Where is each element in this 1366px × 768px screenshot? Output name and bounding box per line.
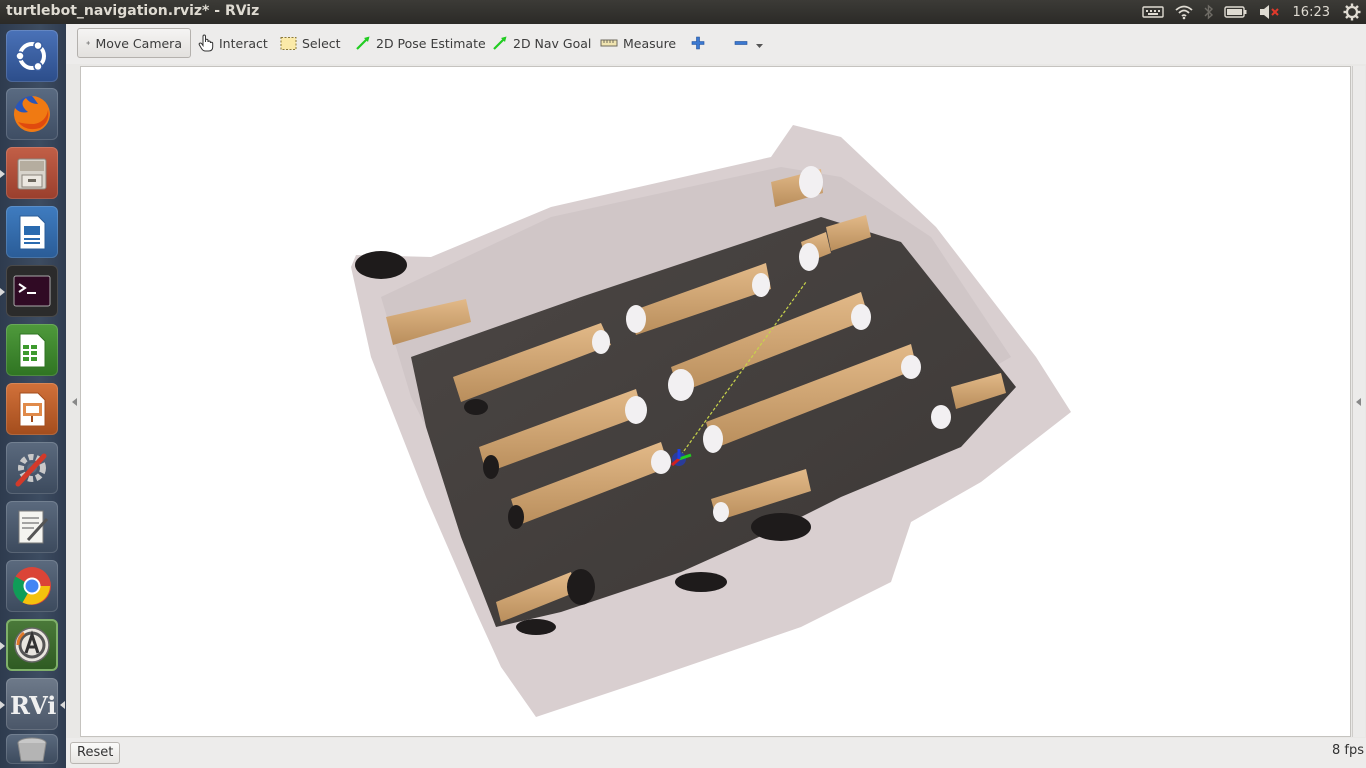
move-camera-label: Move Camera xyxy=(95,35,182,51)
launcher-item-firefox[interactable] xyxy=(6,88,58,140)
tools-toolbar: Move Camera Interact Select 2D Pose Esti… xyxy=(66,24,1366,65)
running-indicator xyxy=(0,701,5,709)
running-indicator xyxy=(0,170,5,178)
green-arrow-icon xyxy=(356,36,370,50)
left-dock-collapse-icon[interactable] xyxy=(72,398,77,406)
trash-icon xyxy=(17,737,47,762)
reset-button[interactable]: Reset xyxy=(70,742,121,764)
launcher-item-libreoffice-impress[interactable] xyxy=(6,383,58,435)
3d-render-view[interactable] xyxy=(80,66,1351,737)
running-indicator xyxy=(0,288,5,296)
green-arrow-icon xyxy=(493,36,507,50)
calc-spreadsheet-icon xyxy=(19,333,46,368)
point-cloud-scene xyxy=(351,125,1071,717)
move-camera-icon xyxy=(86,40,91,46)
select-tool[interactable]: Select xyxy=(276,28,345,58)
launcher-item-ubuntu-dash[interactable] xyxy=(6,30,58,82)
launcher-item-libreoffice-writer[interactable] xyxy=(6,206,58,258)
hand-pointer-icon xyxy=(198,34,214,52)
settings-tools-icon xyxy=(15,453,47,487)
launcher: RViz xyxy=(0,24,66,768)
ruler-icon xyxy=(600,39,618,47)
indicator-area: 16:23 xyxy=(1137,0,1366,24)
running-indicator xyxy=(0,642,5,650)
software-updater-icon xyxy=(14,627,50,663)
measure-label: Measure xyxy=(623,35,677,51)
file-cabinet-icon xyxy=(17,158,47,190)
fps-readout: 8 fps xyxy=(1331,743,1364,758)
launcher-item-terminal[interactable] xyxy=(6,265,58,317)
add-tool-button[interactable] xyxy=(687,28,714,58)
nav-goal-tool[interactable]: 2D Nav Goal xyxy=(488,28,595,58)
window-title: turtlebot_navigation.rviz* - RViz xyxy=(6,3,260,19)
clock[interactable]: 16:23 xyxy=(1293,5,1330,20)
volume-muted-icon[interactable] xyxy=(1258,0,1280,24)
ubuntu-logo-icon xyxy=(15,40,46,72)
firefox-icon xyxy=(13,96,50,132)
nav-goal-label: 2D Nav Goal xyxy=(513,35,592,51)
text-editor-icon xyxy=(18,510,49,544)
rviz-label: RViz xyxy=(10,691,56,720)
interact-label: Interact xyxy=(219,35,268,51)
launcher-item-chrome[interactable] xyxy=(6,560,58,612)
remove-tool-button[interactable] xyxy=(730,28,773,58)
launcher-item-rviz[interactable]: RViz xyxy=(6,678,58,730)
move-camera-tool[interactable]: Move Camera xyxy=(77,28,191,58)
interact-tool[interactable]: Interact xyxy=(194,28,272,58)
select-label: Select xyxy=(302,35,341,51)
measure-tool[interactable]: Measure xyxy=(596,28,680,58)
launcher-item-text-editor[interactable] xyxy=(6,501,58,553)
pose-estimate-tool[interactable]: 2D Pose Estimate xyxy=(351,28,490,58)
impress-presentation-icon xyxy=(19,392,46,427)
launcher-item-libreoffice-calc[interactable] xyxy=(6,324,58,376)
launcher-item-files[interactable] xyxy=(6,147,58,199)
keyboard-icon[interactable] xyxy=(1141,0,1164,24)
chevron-down-icon xyxy=(756,44,763,48)
battery-icon[interactable] xyxy=(1223,0,1248,24)
terminal-icon xyxy=(13,275,51,307)
launcher-item-trash[interactable] xyxy=(6,734,58,764)
rviz-icon: RViz xyxy=(10,691,56,720)
chrome-icon xyxy=(12,567,51,605)
select-box-icon xyxy=(280,36,297,50)
plus-icon xyxy=(691,36,705,50)
minus-icon xyxy=(734,41,748,45)
status-bar: Reset 8 fps xyxy=(66,738,1366,768)
settings-gear-icon[interactable] xyxy=(1343,0,1361,24)
active-indicator xyxy=(60,701,65,709)
wifi-icon[interactable] xyxy=(1174,0,1194,24)
bluetooth-icon[interactable] xyxy=(1204,0,1214,24)
writer-document-icon xyxy=(19,215,46,250)
launcher-item-system-settings[interactable] xyxy=(6,442,58,494)
right-dock-collapse-icon[interactable] xyxy=(1356,398,1361,406)
top-panel: turtlebot_navigation.rviz* - RViz 16:23 xyxy=(0,0,1366,24)
pose-estimate-label: 2D Pose Estimate xyxy=(376,35,486,51)
launcher-item-software-updater[interactable] xyxy=(6,619,58,671)
